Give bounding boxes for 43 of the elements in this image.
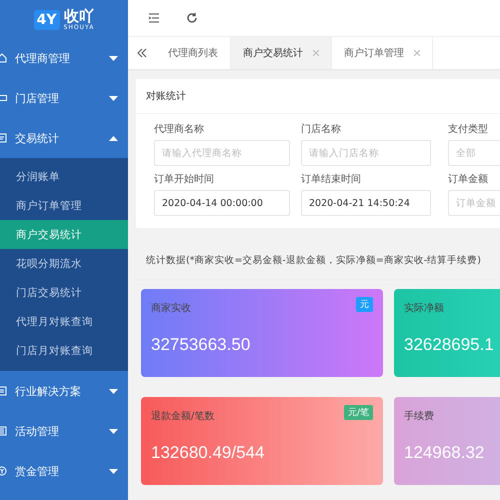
sidebar-menu-item[interactable]: 活动管理 xyxy=(0,411,128,451)
field-label: 订单开始时间 xyxy=(154,172,215,186)
stat-title: 手续费 xyxy=(404,410,434,423)
input-field[interactable]: 请输入代理商名称 xyxy=(154,140,290,166)
stat-title: 商家实收 xyxy=(151,302,191,315)
tab[interactable]: 商户订单管理 xyxy=(332,37,433,69)
sidebar-menu-item[interactable]: 门店管理 xyxy=(0,78,128,118)
logo-mark: 4Y xyxy=(34,10,60,30)
unit-badge: 元 xyxy=(356,297,373,312)
sidebar-submenu-item[interactable]: 门店月对账查询 xyxy=(0,336,128,365)
unit-badge: 元/笔 xyxy=(344,405,373,420)
input-field[interactable]: 2020-04-21 14:50:24 xyxy=(301,190,431,216)
field-label: 代理商名称 xyxy=(154,122,205,136)
field-label: 订单金额 xyxy=(448,172,489,186)
sidebar-menu-item[interactable]: 代理商管理 xyxy=(0,38,128,78)
sidebar-submenu-item[interactable]: 花呗分期流水 xyxy=(0,249,128,278)
sidebar-submenu-item[interactable]: 分润账单 xyxy=(0,162,128,191)
stat-value: 32628695.1 xyxy=(404,335,494,355)
sidebar-submenu-item[interactable]: 商户订单管理 xyxy=(0,191,128,220)
field-label: 订单结束时间 xyxy=(301,172,362,186)
stat-value: 124968.32 xyxy=(404,443,484,463)
sidebar-submenu-item[interactable]: 门店交易统计 xyxy=(0,278,128,307)
stat-value: 132680.49/544 xyxy=(151,443,264,463)
stat-value: 32753663.50 xyxy=(151,335,250,355)
input-field[interactable]: 全部 xyxy=(448,140,500,166)
input-field[interactable]: 2020-04-14 00:00:00 xyxy=(154,190,290,216)
stat-title: 实际净额 xyxy=(404,302,444,315)
sidebar-menu-item[interactable]: 交易统计 xyxy=(0,118,128,158)
stat-title: 退款金额/笔数 xyxy=(151,410,214,423)
refresh-icon[interactable] xyxy=(186,12,198,24)
card-title: 对账统计 xyxy=(136,79,500,114)
tab[interactable]: 代理商列表 xyxy=(156,37,231,69)
field-label: 门店名称 xyxy=(301,122,342,136)
input-field[interactable]: 请输入门店名称 xyxy=(301,140,431,166)
sidebar-submenu-item[interactable]: 代理月对账查询 xyxy=(0,307,128,336)
logo-name: 收吖 xyxy=(64,8,94,24)
field-label: 支付类型 xyxy=(448,122,489,136)
tab[interactable]: 商户交易统计 xyxy=(231,37,332,69)
sidebar-menu-item[interactable]: 赏金管理 xyxy=(0,451,128,491)
input-field[interactable]: 订单金额 xyxy=(448,190,500,216)
sidebar-submenu-item[interactable]: 商户交易统计 xyxy=(0,220,128,249)
sidebar-menu-item[interactable]: 行业解决方案 xyxy=(0,371,128,411)
double-chevron-left-icon[interactable] xyxy=(136,47,148,59)
